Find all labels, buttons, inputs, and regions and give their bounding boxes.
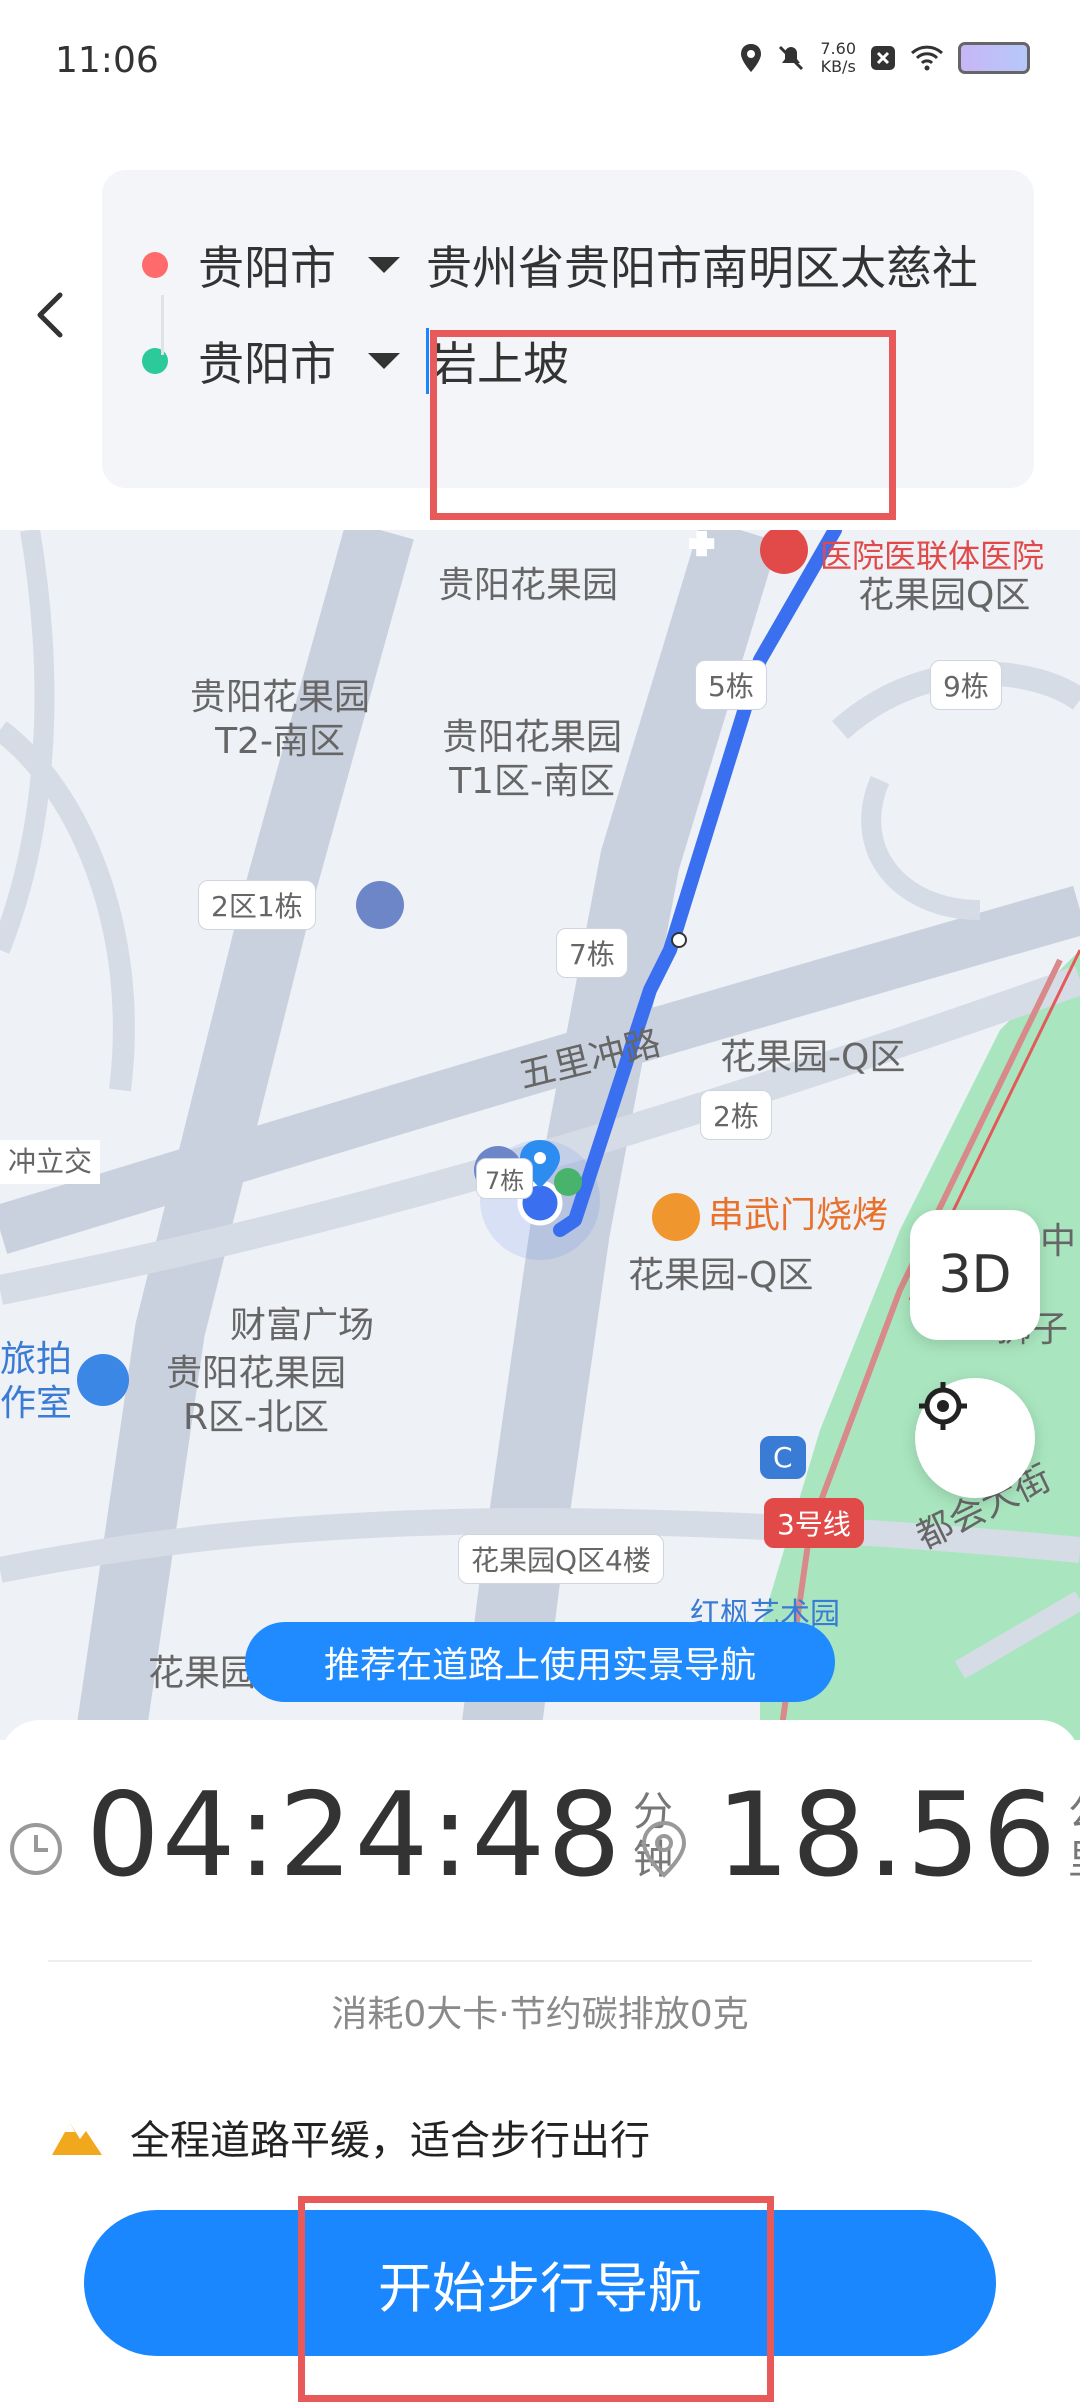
map-label-r-north-line2: R区-北区	[183, 1397, 330, 1438]
map-tag-building7b[interactable]: 7栋	[476, 1158, 534, 1199]
locate-me-button[interactable]	[915, 1378, 1035, 1498]
net-speed: 7.60 KB/s	[820, 40, 856, 76]
highlight-box-start-button	[298, 2196, 774, 2402]
map-label-chuanwumen-bbq[interactable]: 串武门烧烤	[708, 1194, 888, 1238]
map-label-zhong: 中	[1040, 1221, 1077, 1262]
map-label-huaguoyuan[interactable]: 贵阳花果园	[438, 564, 618, 608]
origin-address-input[interactable]: 贵州省贵阳市南明区太慈社	[426, 232, 986, 298]
map-tag-line3[interactable]: 3号线	[764, 1498, 864, 1548]
map-tag-building5[interactable]: 5栋	[695, 660, 767, 710]
map-label-q-district-top[interactable]: 花果园Q区	[858, 574, 1030, 618]
map-label-t2-south-line2: T2-南区	[215, 721, 345, 762]
map-tag-q-building4[interactable]: 花果园Q区4楼	[458, 1534, 664, 1584]
duration-value: 04:24:48	[86, 1768, 623, 1903]
map-tag-building2[interactable]: 2栋	[700, 1090, 772, 1140]
map-label-q-district-low[interactable]: 花果园-Q区	[628, 1254, 813, 1298]
map-tag-building9[interactable]: 9栋	[930, 660, 1002, 710]
back-button[interactable]	[30, 290, 70, 350]
route-tip-text: 全程道路平缓，适合步行出行	[130, 2118, 650, 2164]
duration-stat: 04:24:48 分 钟	[8, 1768, 679, 1903]
destination-dot-icon	[142, 348, 168, 374]
map-label-t2-south-line1: 贵阳花果园	[190, 677, 371, 718]
status-bar: 11:06 7.60 KB/s	[0, 0, 1080, 120]
map-label-t2-south[interactable]: 贵阳花果园 T2-南区	[190, 676, 370, 764]
summary-divider	[48, 1960, 1032, 1962]
status-time: 11:06	[55, 40, 159, 81]
metro-c-icon[interactable]: C	[760, 1436, 806, 1479]
clock-icon	[10, 1822, 62, 1875]
origin-dot-icon	[142, 252, 168, 278]
location-icon	[741, 44, 762, 72]
map-tag-zone2-building1[interactable]: 2区1栋	[198, 880, 316, 930]
distance-value: 18.56	[716, 1768, 1059, 1903]
close-box-icon	[871, 46, 895, 70]
distance-unit-1: 公	[1068, 1789, 1080, 1835]
net-speed-value: 7.60	[820, 39, 856, 58]
origin-row[interactable]: 贵阳市 贵州省贵阳市南明区太慈社	[142, 232, 986, 298]
map-label-lvpai-line2: 作室	[0, 1383, 73, 1424]
map-label-hospital[interactable]: 医院医联体医院	[820, 534, 1044, 578]
battery-icon	[958, 42, 1030, 74]
caret-down-icon[interactable]	[368, 257, 400, 273]
route-connector-line	[161, 295, 164, 355]
origin-city-selector[interactable]: 贵阳市	[198, 232, 368, 298]
map-label-caifu-plaza[interactable]: 财富广场	[230, 1304, 374, 1348]
carbon-info: 消耗0大卡·节约碳排放0克	[331, 1994, 749, 2035]
status-icons: 7.60 KB/s	[740, 40, 1030, 76]
highlight-box-destination	[430, 330, 896, 520]
map-view[interactable]: 贵阳花果园 医院医联体医院 花果园Q区 5栋 9栋 贵阳花果园 T2-南区 贵阳…	[0, 530, 1080, 1740]
map-label-lvpai-line1: 旅拍	[0, 1339, 73, 1380]
wifi-icon	[910, 45, 944, 71]
location-pin-icon	[641, 1820, 687, 1878]
distance-stat: 18.56 公 里	[636, 1768, 1080, 1903]
mute-icon	[779, 45, 804, 71]
route-tip: 全程道路平缓，适合步行出行	[50, 2108, 650, 2166]
caret-down-icon[interactable]	[368, 353, 400, 369]
map-label-huaguo-bottom[interactable]: 花果园	[148, 1652, 256, 1696]
net-speed-unit: KB/s	[820, 57, 856, 76]
map-label-t1-south-line2: T1区-南区	[449, 761, 615, 802]
map-label-r-north[interactable]: 贵阳花果园 R区-北区	[166, 1352, 346, 1440]
map-label-t1-south-line1: 贵阳花果园	[442, 717, 623, 758]
distance-unit: 公 里	[1068, 1788, 1080, 1884]
destination-city-selector[interactable]: 贵阳市	[198, 328, 368, 394]
3d-toggle-button[interactable]: 3D	[910, 1210, 1040, 1340]
map-label-lvpai-studio[interactable]: 旅拍 作室	[0, 1338, 72, 1426]
map-label-r-north-line1: 贵阳花果园	[166, 1353, 347, 1394]
ar-navigation-banner[interactable]: 推荐在道路上使用实景导航	[245, 1622, 835, 1702]
map-tag-building7[interactable]: 7栋	[556, 928, 628, 978]
distance-unit-2: 里	[1068, 1837, 1080, 1883]
map-label-chong-li[interactable]: 冲立交	[0, 1140, 101, 1184]
chevron-left-icon	[37, 292, 63, 338]
map-label-q-district-mid[interactable]: 花果园-Q区	[720, 1036, 905, 1080]
mountain-icon	[52, 2123, 102, 2155]
crosshair-icon	[919, 1382, 967, 1430]
map-label-t1-south[interactable]: 贵阳花果园 T1区-南区	[442, 716, 622, 804]
